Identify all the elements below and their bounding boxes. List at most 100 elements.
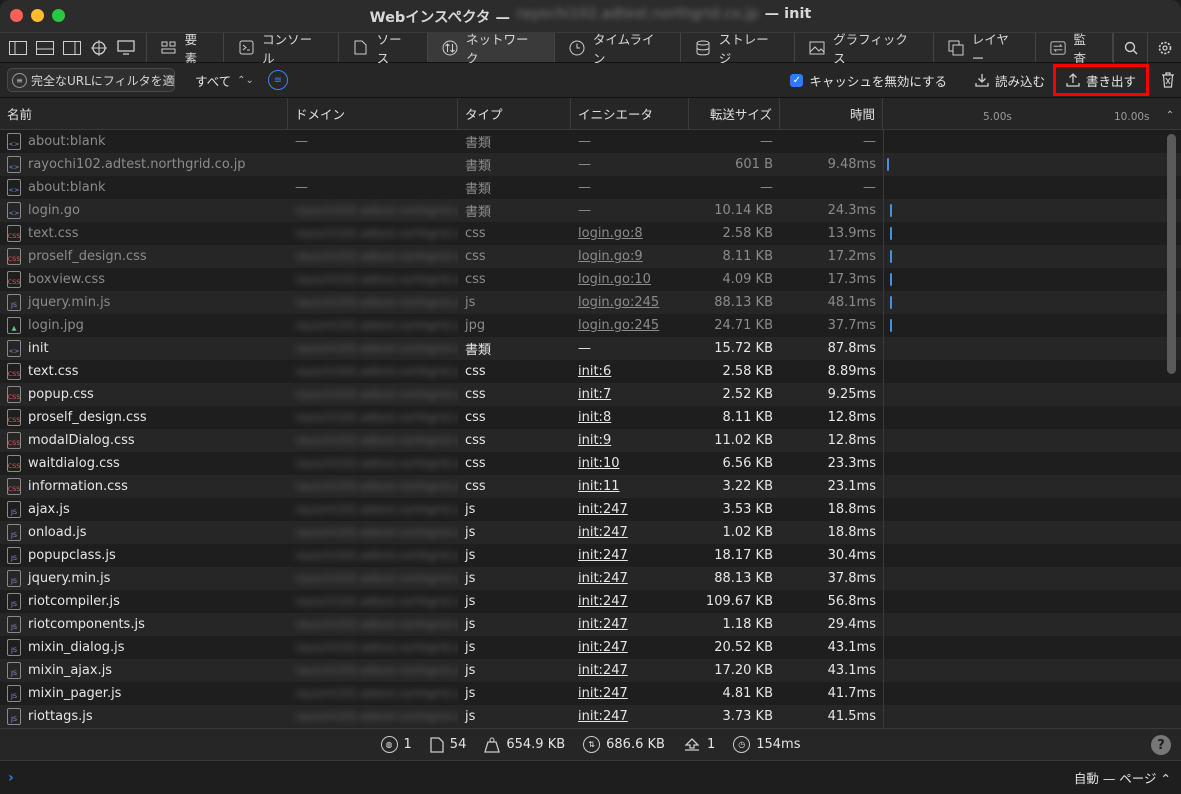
initiator-link[interactable]: login.go:9 — [578, 249, 643, 264]
table-row[interactable]: ▲ login.jpg rayochi102.adtest.northgrid.co… — [0, 314, 1181, 337]
tab-storage[interactable]: ストレージ — [681, 32, 796, 66]
waterfall-bar — [890, 227, 893, 240]
checkbox-checked-icon[interactable]: ✓ — [790, 73, 804, 87]
column-waterfall[interactable]: 5.00s 10.00s — [883, 98, 1181, 129]
table-row[interactable]: JS jquery.min.js rayochi102.adtest.northgr… — [0, 291, 1181, 314]
table-row[interactable]: JS riotcomponents.js rayochi102.adtest.nor… — [0, 613, 1181, 636]
cell-domain: rayochi102.adtest.northgrid.co.jp — [288, 682, 458, 705]
initiator-link[interactable]: init:247 — [578, 502, 628, 517]
css-file-icon: CSS — [7, 386, 21, 403]
table-row[interactable]: CSS boxview.css rayochi102.adtest.northgri… — [0, 268, 1181, 291]
minimize-window-button[interactable] — [31, 9, 44, 22]
waterfall-bar — [890, 273, 893, 286]
initiator-link[interactable]: login.go:10 — [578, 272, 651, 287]
initiator-link[interactable]: init:247 — [578, 594, 628, 609]
export-button[interactable]: 書き出す — [1052, 64, 1149, 96]
close-window-button[interactable] — [10, 9, 23, 22]
initiator-link[interactable]: init:247 — [578, 525, 628, 540]
table-row[interactable]: JS riotcompiler.js rayochi102.adtest.north… — [0, 590, 1181, 613]
table-row[interactable]: JS mixin_ajax.js rayochi102.adtest.northgr… — [0, 659, 1181, 682]
table-row[interactable]: JS mixin_dialog.js rayochi102.adtest.north… — [0, 636, 1181, 659]
column-type[interactable]: タイプ — [458, 98, 571, 129]
import-button[interactable]: 読み込む — [967, 63, 1053, 97]
table-row[interactable]: CSS popup.css rayochi102.adtest.northgrid.… — [0, 383, 1181, 406]
initiator-link[interactable]: init:247 — [578, 571, 628, 586]
initiator-link[interactable]: init:247 — [578, 686, 628, 701]
table-row[interactable]: <> rayochi102.adtest.northgrid.co.jp 書類 — 60… — [0, 153, 1181, 176]
tab-label: タイムライン — [592, 31, 655, 66]
initiator-link[interactable]: login.go:245 — [578, 318, 659, 333]
table-row[interactable]: <> login.go rayochi102.adtest.northgrid.co… — [0, 199, 1181, 222]
tab-graphics[interactable]: グラフィックス — [795, 32, 934, 66]
table-row[interactable]: JS mixin_pager.js rayochi102.adtest.northg… — [0, 682, 1181, 705]
initiator-link[interactable]: init:10 — [578, 456, 619, 471]
table-row[interactable]: JS onload.js rayochi102.adtest.northgrid.c… — [0, 521, 1181, 544]
dock-bottom-icon[interactable] — [33, 38, 56, 58]
initiator-link[interactable]: init:7 — [578, 387, 611, 402]
table-row[interactable]: <> about:blank — 書類 — — — — [0, 176, 1181, 199]
tab-console[interactable]: コンソール — [224, 32, 339, 66]
table-row[interactable]: CSS text.css rayochi102.adtest.northgrid.c… — [0, 222, 1181, 245]
vertical-scrollbar[interactable] — [1167, 134, 1176, 374]
execution-context-select[interactable]: 自動 — ページ ⌃ — [1074, 768, 1171, 787]
table-row[interactable]: JS popupclass.js rayochi102.adtest.northgr… — [0, 544, 1181, 567]
element-picker-icon[interactable] — [87, 38, 110, 58]
tab-label: 要素 — [184, 31, 198, 66]
cell-domain: rayochi102.adtest.northgrid.co.jp — [288, 337, 458, 360]
table-row[interactable]: CSS waitdialog.css rayochi102.adtest.north… — [0, 452, 1181, 475]
table-row[interactable]: CSS text.css rayochi102.adtest.northgrid.c… — [0, 360, 1181, 383]
column-transfer-size[interactable]: 転送サイズ — [689, 98, 780, 129]
tab-label: レイヤー — [971, 31, 1009, 66]
tab-elements[interactable]: 要素 — [147, 32, 225, 66]
scroll-up-icon[interactable]: ⌃ — [1163, 110, 1177, 124]
initiator-link[interactable]: init:247 — [578, 548, 628, 563]
column-initiator[interactable]: イニシエータ — [571, 98, 689, 129]
tab-audit[interactable]: 監査 — [1036, 32, 1113, 66]
table-row[interactable]: JS jquery.min.js rayochi102.adtest.northgr… — [0, 567, 1181, 590]
cell-waterfall — [883, 268, 1181, 291]
dock-right-icon[interactable] — [60, 38, 83, 58]
table-row[interactable]: CSS proself_design.css rayochi102.adtest.n… — [0, 245, 1181, 268]
search-icon[interactable] — [1113, 32, 1147, 63]
column-name[interactable]: 名前 — [0, 98, 288, 129]
tab-layers[interactable]: レイヤー — [934, 32, 1036, 66]
initiator-link[interactable]: init:247 — [578, 640, 628, 655]
initiator-link[interactable]: login.go:8 — [578, 226, 643, 241]
device-icon[interactable] — [114, 38, 137, 58]
tab-network[interactable]: ネットワーク — [428, 32, 555, 66]
table-row[interactable]: <> init rayochi102.adtest.northgrid.co.jp 書… — [0, 337, 1181, 360]
cell-type: css — [465, 456, 486, 471]
resource-type-select[interactable]: すべて ⌃⌄ — [195, 71, 254, 90]
trash-icon[interactable] — [1155, 72, 1181, 88]
help-button[interactable]: ? — [1151, 735, 1171, 755]
dock-left-icon[interactable] — [6, 38, 29, 58]
column-time[interactable]: 時間 — [780, 98, 883, 129]
initiator-link[interactable]: init:6 — [578, 364, 611, 379]
console-prompt-icon[interactable]: › — [8, 770, 14, 786]
initiator-link[interactable]: init:9 — [578, 433, 611, 448]
filter-options-icon[interactable]: ≡ — [267, 70, 288, 90]
table-row[interactable]: CSS modalDialog.css rayochi102.adtest.nort… — [0, 429, 1181, 452]
initiator-link[interactable]: login.go:245 — [578, 295, 659, 310]
gear-icon[interactable] — [1147, 32, 1181, 63]
table-row[interactable]: <> about:blank — 書類 — — — — [0, 130, 1181, 153]
column-domain[interactable]: ドメイン — [288, 98, 458, 129]
url-filter-input[interactable]: ≡ 完全なURLにフィルタを適 — [7, 68, 175, 92]
cell-waterfall — [883, 429, 1181, 452]
table-row[interactable]: CSS proself_design.css rayochi102.adtest.n… — [0, 406, 1181, 429]
initiator-link[interactable]: init:247 — [578, 709, 628, 724]
cell-domain: rayochi102.adtest.northgrid.co.jp — [288, 498, 458, 521]
filter-bar-actions: ✓ キャッシュを無効にする 読み込む 書き出す — [790, 63, 1181, 97]
tab-timeline[interactable]: タイムライン — [555, 32, 681, 66]
disable-cache-toggle[interactable]: ✓ キャッシュを無効にする — [790, 71, 947, 90]
cell-transfer-size: 1.18 KB — [722, 617, 773, 632]
initiator-link[interactable]: init:8 — [578, 410, 611, 425]
initiator-link[interactable]: init:247 — [578, 663, 628, 678]
zoom-window-button[interactable] — [52, 9, 65, 22]
table-row[interactable]: JS ajax.js rayochi102.adtest.northgrid.co.… — [0, 498, 1181, 521]
table-row[interactable]: JS riottags.js rayochi102.adtest.northgrid… — [0, 705, 1181, 728]
initiator-link[interactable]: init:247 — [578, 617, 628, 632]
initiator-link[interactable]: init:11 — [578, 479, 619, 494]
table-row[interactable]: CSS information.css rayochi102.adtest.nort… — [0, 475, 1181, 498]
tab-sources[interactable]: ソース — [339, 32, 429, 66]
